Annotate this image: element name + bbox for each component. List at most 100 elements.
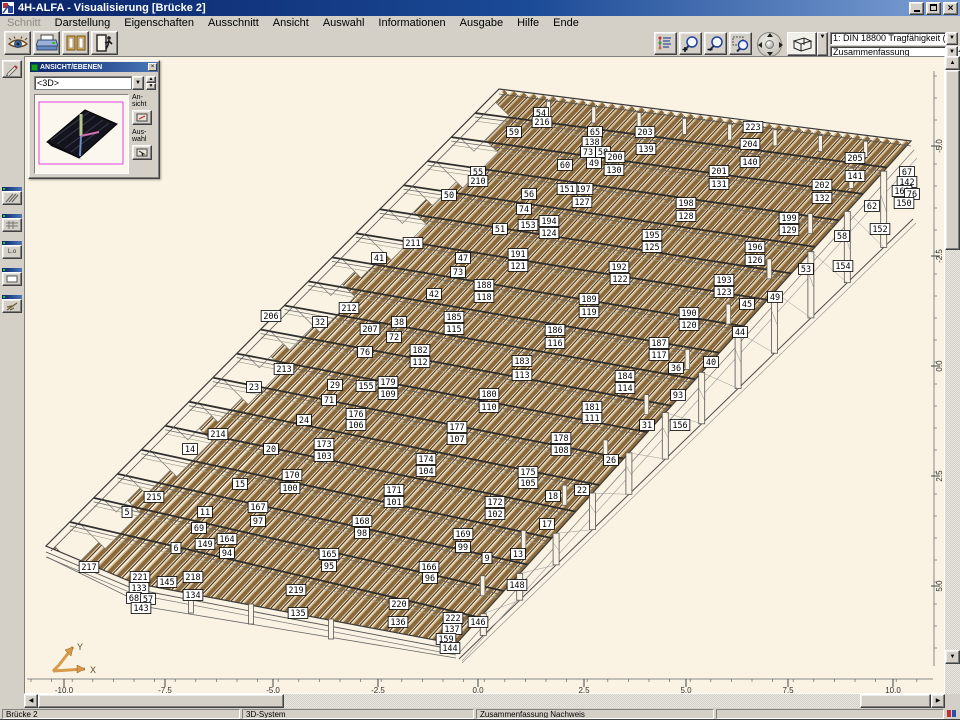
view-thumbnail[interactable] [34,94,129,174]
element-label[interactable]: 144 [440,643,460,655]
element-label[interactable]: 47 [456,253,471,265]
element-label[interactable]: 5 [122,507,132,519]
element-label[interactable]: 36 [669,363,684,375]
element-label[interactable]: 168 [352,516,372,528]
element-label[interactable]: 106 [346,420,366,432]
element-label[interactable]: 175 [518,467,538,479]
pan-left-icon[interactable] [758,42,762,48]
element-label[interactable]: 40 [704,357,719,369]
norm-combo-value[interactable]: 1: DIN 18800 Tragfähigkeit (Th [830,32,946,45]
menu-ende[interactable]: Ende [546,17,586,29]
view-spin-down[interactable]: ▼ [146,83,156,90]
element-label[interactable]: 216 [532,117,552,129]
element-label[interactable]: 112 [410,357,430,369]
close-button[interactable]: × [943,2,958,15]
element-label[interactable]: 177 [447,422,467,434]
element-label[interactable]: 95 [322,561,337,573]
element-label[interactable]: 187 [649,338,669,350]
element-label[interactable]: 156 [670,420,690,432]
element-label[interactable]: 169 [453,529,473,541]
view-cube-icon[interactable] [787,32,817,56]
element-label[interactable]: 122 [610,274,630,286]
element-label[interactable]: 14 [183,444,198,456]
element-label[interactable]: 170 [282,470,302,482]
element-label[interactable]: 6 [171,543,181,555]
element-label[interactable]: 220 [389,599,409,611]
pan-right-icon[interactable] [779,42,783,48]
element-label[interactable]: 121 [508,261,528,273]
element-label[interactable]: 207 [360,324,380,336]
element-label[interactable]: 38 [392,317,407,329]
element-label[interactable]: 20 [264,444,279,456]
view-spin-up[interactable]: ▲ [146,76,156,83]
view-selector-combo[interactable]: <3D> ▼ [34,76,144,90]
bridge-3d-view[interactable]: -10.0-7.5-5.0-2.50.02.55.07.510.0-5.0-2.… [25,57,944,693]
panel-close-icon[interactable]: × [148,63,157,71]
element-label[interactable]: 11 [198,507,213,519]
element-label[interactable]: 152 [870,224,890,236]
element-label[interactable]: 111 [582,413,602,425]
element-label[interactable]: 50 [442,190,457,202]
element-label[interactable]: 134 [183,590,203,602]
element-label[interactable]: 126 [745,255,765,267]
minimize-button[interactable] [909,2,924,15]
element-label[interactable]: 211 [403,238,423,250]
element-label[interactable]: 127 [572,197,592,209]
ansicht-camera-icon[interactable] [132,110,152,125]
element-label[interactable]: 179 [378,377,398,389]
element-label[interactable]: 101 [384,497,404,509]
element-label[interactable]: 44 [733,327,748,339]
element-label[interactable]: 45 [740,299,755,311]
element-label[interactable]: 223 [743,122,763,134]
element-label[interactable]: 186 [545,325,565,337]
element-label[interactable]: 196 [745,242,765,254]
horizontal-scroll-thumb2[interactable] [860,694,931,708]
element-label[interactable]: 108 [551,445,571,457]
vertical-scrollbar[interactable]: ▲ ▼ [945,56,960,694]
menu-eigenschaften[interactable]: Eigenschaften [117,17,201,29]
element-label[interactable]: 123 [714,287,734,299]
view-selector-arrow-icon[interactable]: ▼ [132,76,144,90]
element-label[interactable]: 205 [845,153,865,165]
element-label[interactable]: 222 [443,613,463,625]
element-label[interactable]: 136 [388,617,408,629]
element-label[interactable]: 167 [248,502,268,514]
horizontal-scroll-thumb[interactable] [38,694,284,708]
norm-combo[interactable]: 1: DIN 18800 Tragfähigkeit (Th ▼ [830,32,958,45]
element-label[interactable]: 41 [372,253,387,265]
element-label[interactable]: 103 [314,451,334,463]
panel-title-bar[interactable]: ANSICHT/EBENEN × [30,62,158,72]
auswahl-pick-icon[interactable] [132,145,152,160]
element-label[interactable]: 116 [545,338,565,350]
element-label[interactable]: 218 [183,572,203,584]
element-label[interactable]: 182 [410,345,430,357]
palette-grid[interactable] [2,214,22,232]
element-label[interactable]: 145 [157,577,177,589]
tree-list-icon[interactable] [654,32,677,55]
element-label[interactable]: 171 [384,485,404,497]
element-label[interactable]: 53 [799,264,814,276]
element-label[interactable]: 173 [314,439,334,451]
element-label[interactable]: 105 [518,478,538,490]
element-label[interactable]: 176 [346,409,366,421]
zoom-window-icon[interactable] [729,32,752,55]
element-label[interactable]: 113 [512,370,532,382]
menu-ansicht[interactable]: Ansicht [266,17,316,29]
element-label[interactable]: 141 [845,171,865,183]
view-cube-dropdown[interactable]: ▼ [817,32,828,56]
eye-icon[interactable] [4,31,31,55]
element-label[interactable]: 18 [546,491,561,503]
element-label[interactable]: 26 [604,455,619,467]
horizontal-scrollbar[interactable]: ◀ ▶ [24,694,945,708]
element-label[interactable]: 124 [539,228,559,240]
element-label[interactable]: 180 [479,389,499,401]
element-label[interactable]: 128 [676,211,696,223]
scroll-right-icon[interactable]: ▶ [931,694,945,708]
element-label[interactable]: 102 [485,509,505,521]
element-label[interactable]: 117 [649,350,669,362]
element-label[interactable]: 13 [511,549,526,561]
menu-darstellung[interactable]: Darstellung [48,17,118,29]
printer-icon[interactable] [33,31,60,55]
element-label[interactable]: 166 [419,562,439,574]
element-label[interactable]: 120 [679,320,699,332]
